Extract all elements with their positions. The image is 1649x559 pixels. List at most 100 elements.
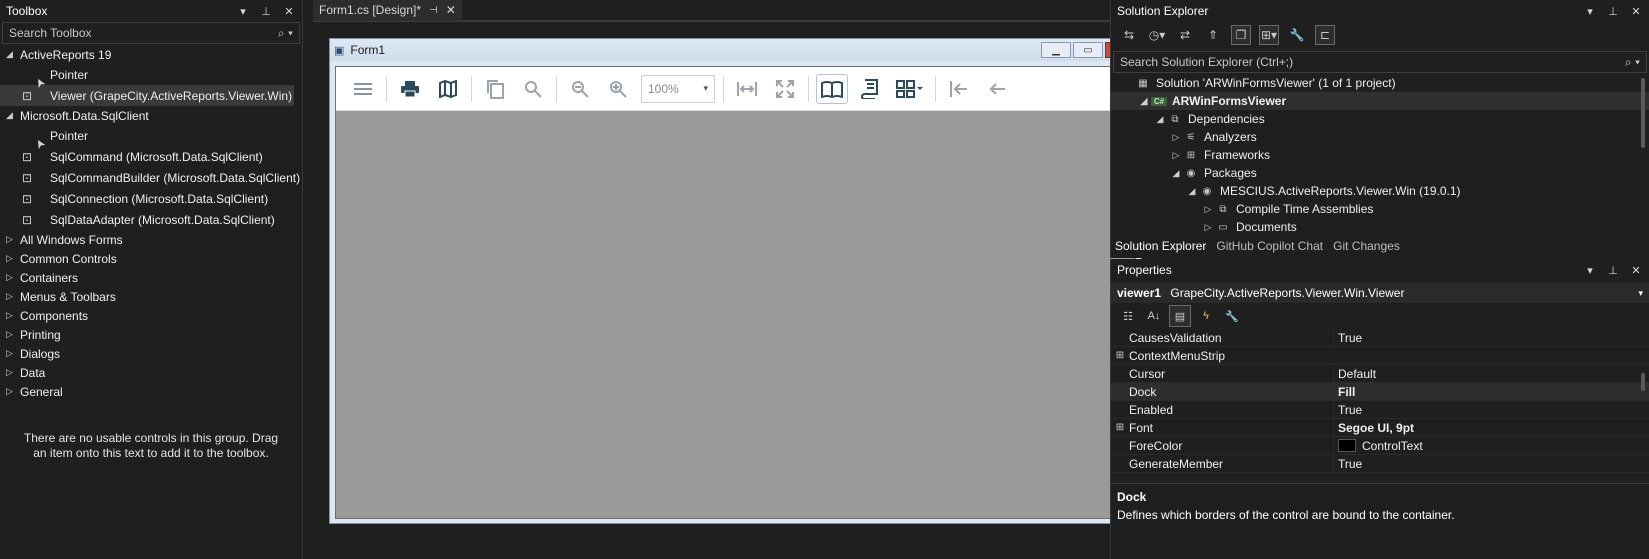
collapsed-triangle-icon[interactable]: ▷	[6, 367, 20, 378]
menu-icon[interactable]	[344, 74, 382, 104]
minimize-button[interactable]: ▁	[1041, 42, 1071, 58]
search-icon[interactable]: ⌕ ▾	[278, 26, 293, 41]
property-value[interactable]: Fill	[1333, 384, 1649, 399]
expand-plus-icon[interactable]: ⊞	[1111, 350, 1129, 361]
toolbox-group[interactable]: ▷ Containers	[0, 268, 302, 287]
pin-icon[interactable]: ⊥	[1606, 263, 1620, 277]
property-row[interactable]: ⊞ Font Segoe UI, 9pt	[1111, 419, 1649, 437]
tree-node[interactable]: ◢ ◉ MESCIUS.ActiveReports.Viewer.Win (19.0…	[1111, 182, 1649, 200]
toolbox-search-input[interactable]: Search Toolbox ⌕ ▾	[2, 22, 300, 44]
tab-git-changes[interactable]: Git Changes	[1333, 239, 1400, 253]
toolbox-item[interactable]: ⊡ Viewer (GrapeCity.ActiveReports.Viewer.…	[0, 85, 294, 106]
toolbox-empty-message[interactable]: There are no usable controls in this gro…	[0, 431, 302, 461]
toolbox-item[interactable]: ➤ Pointer	[0, 125, 302, 152]
print-icon[interactable]	[391, 74, 429, 104]
collapsed-triangle-icon[interactable]: ▷	[6, 310, 20, 321]
pin-icon[interactable]: ⊣	[429, 5, 438, 16]
collapsed-triangle-icon[interactable]: ▷	[1201, 204, 1215, 215]
form1-window[interactable]: ▣ Form1 ▁ ▭ ✕	[329, 38, 1142, 524]
map-icon[interactable]	[429, 74, 467, 104]
fit-width-icon[interactable]	[728, 74, 766, 104]
properties-icon[interactable]: 🔧	[1287, 25, 1307, 45]
collapsed-triangle-icon[interactable]: ▷	[6, 291, 20, 302]
tree-node[interactable]: ▷ ▭ Documents	[1111, 218, 1649, 232]
expanded-triangle-icon[interactable]: ◢	[6, 49, 20, 60]
toolbox-group[interactable]: ◢ ActiveReports 19	[0, 45, 302, 64]
toolbox-item[interactable]: ⊡ SqlCommandBuilder (Microsoft.Data.SqlCl…	[0, 167, 302, 188]
collapsed-triangle-icon[interactable]: ▷	[1169, 150, 1183, 161]
alphabetical-icon[interactable]: A↓	[1143, 305, 1165, 327]
property-value[interactable]: ControlText	[1333, 438, 1649, 453]
expanded-triangle-icon[interactable]: ◢	[1153, 114, 1167, 125]
property-value[interactable]: True	[1333, 330, 1649, 345]
copy-icon[interactable]	[476, 74, 514, 104]
first-page-icon[interactable]	[940, 74, 978, 104]
events-icon[interactable]: ϟ	[1195, 305, 1217, 327]
tree-node[interactable]: ◢ C# ARWinFormsViewer	[1111, 92, 1649, 110]
collapsed-triangle-icon[interactable]: ▷	[1201, 222, 1215, 233]
property-value[interactable]: Segoe UI, 9pt	[1333, 420, 1649, 435]
property-value[interactable]: True	[1333, 402, 1649, 417]
property-pages-icon[interactable]: 🔧	[1221, 305, 1243, 327]
preview-icon[interactable]: ⊏	[1315, 25, 1335, 45]
property-row[interactable]: ForeColor ControlText	[1111, 437, 1649, 455]
switch-views-icon[interactable]: ⇆	[1119, 25, 1139, 45]
tree-node[interactable]: ▷ ⊞ Frameworks	[1111, 146, 1649, 164]
search-icon[interactable]	[514, 74, 552, 104]
previous-page-icon[interactable]	[978, 74, 1016, 104]
property-row[interactable]: Cursor Default	[1111, 365, 1649, 383]
property-row[interactable]: Dock Fill	[1111, 383, 1649, 401]
collapsed-triangle-icon[interactable]: ▷	[6, 386, 20, 397]
toolbox-group[interactable]: ▷ Menus & Toolbars	[0, 287, 302, 306]
toolbox-group[interactable]: ▷ Printing	[0, 325, 302, 344]
property-value[interactable]: True	[1333, 456, 1649, 471]
toolbox-group[interactable]: ▷ Common Controls	[0, 249, 302, 268]
toolbox-group[interactable]: ▷ Dialogs	[0, 344, 302, 363]
property-row[interactable]: Enabled True	[1111, 401, 1649, 419]
show-all-files-icon[interactable]: ❐	[1231, 25, 1251, 45]
collapsed-triangle-icon[interactable]: ▷	[6, 272, 20, 283]
tree-node[interactable]: ◢ ⧉ Dependencies	[1111, 110, 1649, 128]
expanded-triangle-icon[interactable]: ◢	[6, 110, 20, 121]
collapsed-triangle-icon[interactable]: ▷	[6, 234, 20, 245]
collapse-all-icon[interactable]: ⇑	[1203, 25, 1223, 45]
tab-solution-explorer[interactable]: Solution Explorer	[1115, 239, 1206, 253]
solution-explorer-search-input[interactable]: Search Solution Explorer (Ctrl+;) ⌕ ▾	[1113, 51, 1647, 73]
zoom-out-icon[interactable]	[561, 74, 599, 104]
pin-icon[interactable]: ⊥	[259, 4, 273, 18]
sync-icon[interactable]: ⇄	[1175, 25, 1195, 45]
toolbox-group[interactable]: ◢ Microsoft.Data.SqlClient	[0, 106, 302, 125]
object-selector[interactable]: viewer1 GrapeCity.ActiveReports.Viewer.W…	[1111, 283, 1649, 303]
dropdown-icon[interactable]: ▾	[236, 4, 250, 18]
expanded-triangle-icon[interactable]: ◢	[1185, 186, 1199, 197]
toolbox-group[interactable]: ▷ All Windows Forms	[0, 230, 302, 249]
toolbox-item[interactable]: ⊡ SqlDataAdapter (Microsoft.Data.SqlClien…	[0, 209, 302, 230]
multipage-view-icon[interactable]	[889, 74, 931, 104]
zoom-in-icon[interactable]	[599, 74, 637, 104]
property-grid-scrollbar[interactable]	[1639, 329, 1647, 473]
property-row[interactable]: CausesValidation True	[1111, 329, 1649, 347]
collapsed-triangle-icon[interactable]: ▷	[1169, 132, 1183, 143]
expand-plus-icon[interactable]: ⊞	[1111, 422, 1129, 433]
fit-page-icon[interactable]	[766, 74, 804, 104]
tree-node[interactable]: ◢ ◉ Packages	[1111, 164, 1649, 182]
single-page-view-icon[interactable]	[816, 73, 848, 104]
viewer-control[interactable]: 100% ▾	[335, 66, 1136, 519]
toolbox-group[interactable]: ▷ Data	[0, 363, 302, 382]
toolbox-item[interactable]: ➤ Pointer	[0, 64, 302, 91]
property-row[interactable]: ⊞ ContextMenuStrip	[1111, 347, 1649, 365]
categorized-icon[interactable]: ☷	[1117, 305, 1139, 327]
toolbox-group[interactable]: ▷ Components	[0, 306, 302, 325]
close-icon[interactable]: ✕	[282, 4, 296, 18]
filter-icon[interactable]: ⊞▾	[1259, 25, 1279, 45]
search-icon[interactable]: ⌕ ▾	[1625, 55, 1640, 70]
tab-form1-design[interactable]: Form1.cs [Design]* ⊣ ✕	[313, 0, 462, 21]
pin-icon[interactable]: ⊥	[1606, 4, 1620, 18]
close-icon[interactable]: ✕	[1629, 4, 1643, 18]
collapsed-triangle-icon[interactable]: ▷	[6, 348, 20, 359]
tree-node[interactable]: ▦ Solution 'ARWinFormsViewer' (1 of 1 pro…	[1111, 74, 1649, 92]
toolbox-group[interactable]: ▷ General	[0, 382, 302, 401]
tree-node[interactable]: ▷ ⧉ Compile Time Assemblies	[1111, 200, 1649, 218]
dropdown-icon[interactable]: ▾	[1583, 4, 1597, 18]
properties-view-icon[interactable]: ▤	[1169, 305, 1191, 327]
